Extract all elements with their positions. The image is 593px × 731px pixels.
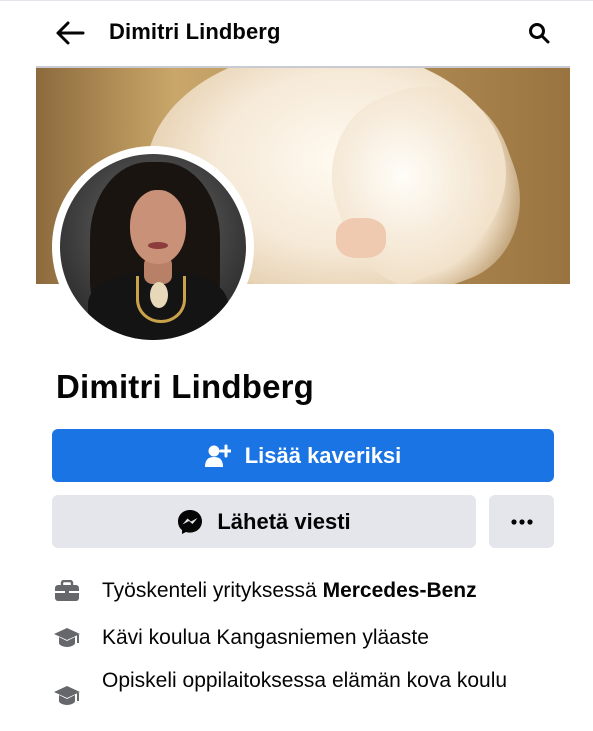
profile-name: Dimitri Lindberg bbox=[56, 368, 315, 405]
graduation-cap-icon bbox=[52, 680, 82, 711]
top-bar: Dimitri Lindberg bbox=[0, 0, 593, 64]
college-info-row: Opiskeli oppilaitoksessa elämän kova kou… bbox=[52, 665, 552, 711]
messenger-icon bbox=[177, 509, 203, 535]
search-icon bbox=[529, 23, 550, 44]
header-title: Dimitri Lindberg bbox=[109, 19, 281, 44]
back-button[interactable] bbox=[52, 15, 88, 51]
profile-picture[interactable] bbox=[60, 154, 246, 340]
school-info-row: Kävi koulua Kangasniemen yläaste bbox=[52, 622, 552, 653]
add-friend-icon bbox=[204, 444, 231, 468]
send-message-button[interactable]: Lähetä viesti bbox=[52, 495, 476, 548]
briefcase-icon bbox=[52, 575, 82, 606]
work-info-row: Työskenteli yrityksessä Mercedes-Benz bbox=[52, 575, 552, 606]
graduation-cap-icon bbox=[52, 622, 82, 653]
add-friend-button[interactable]: Lisää kaveriksi bbox=[52, 429, 554, 482]
more-options-button[interactable] bbox=[489, 495, 554, 548]
more-dots-icon bbox=[510, 518, 533, 525]
work-place-link[interactable]: Mercedes-Benz bbox=[323, 579, 477, 602]
arrow-left-icon bbox=[56, 21, 85, 45]
search-button[interactable] bbox=[522, 15, 556, 51]
add-friend-label: Lisää kaveriksi bbox=[244, 442, 402, 468]
school-text: Kävi koulua Kangasniemen yläaste bbox=[102, 626, 429, 649]
work-prefix: Työskenteli yrityksessä bbox=[102, 579, 323, 602]
college-text: Opiskeli oppilaitoksessa elämän kova kou… bbox=[102, 669, 508, 692]
send-message-label: Lähetä viesti bbox=[217, 508, 351, 534]
